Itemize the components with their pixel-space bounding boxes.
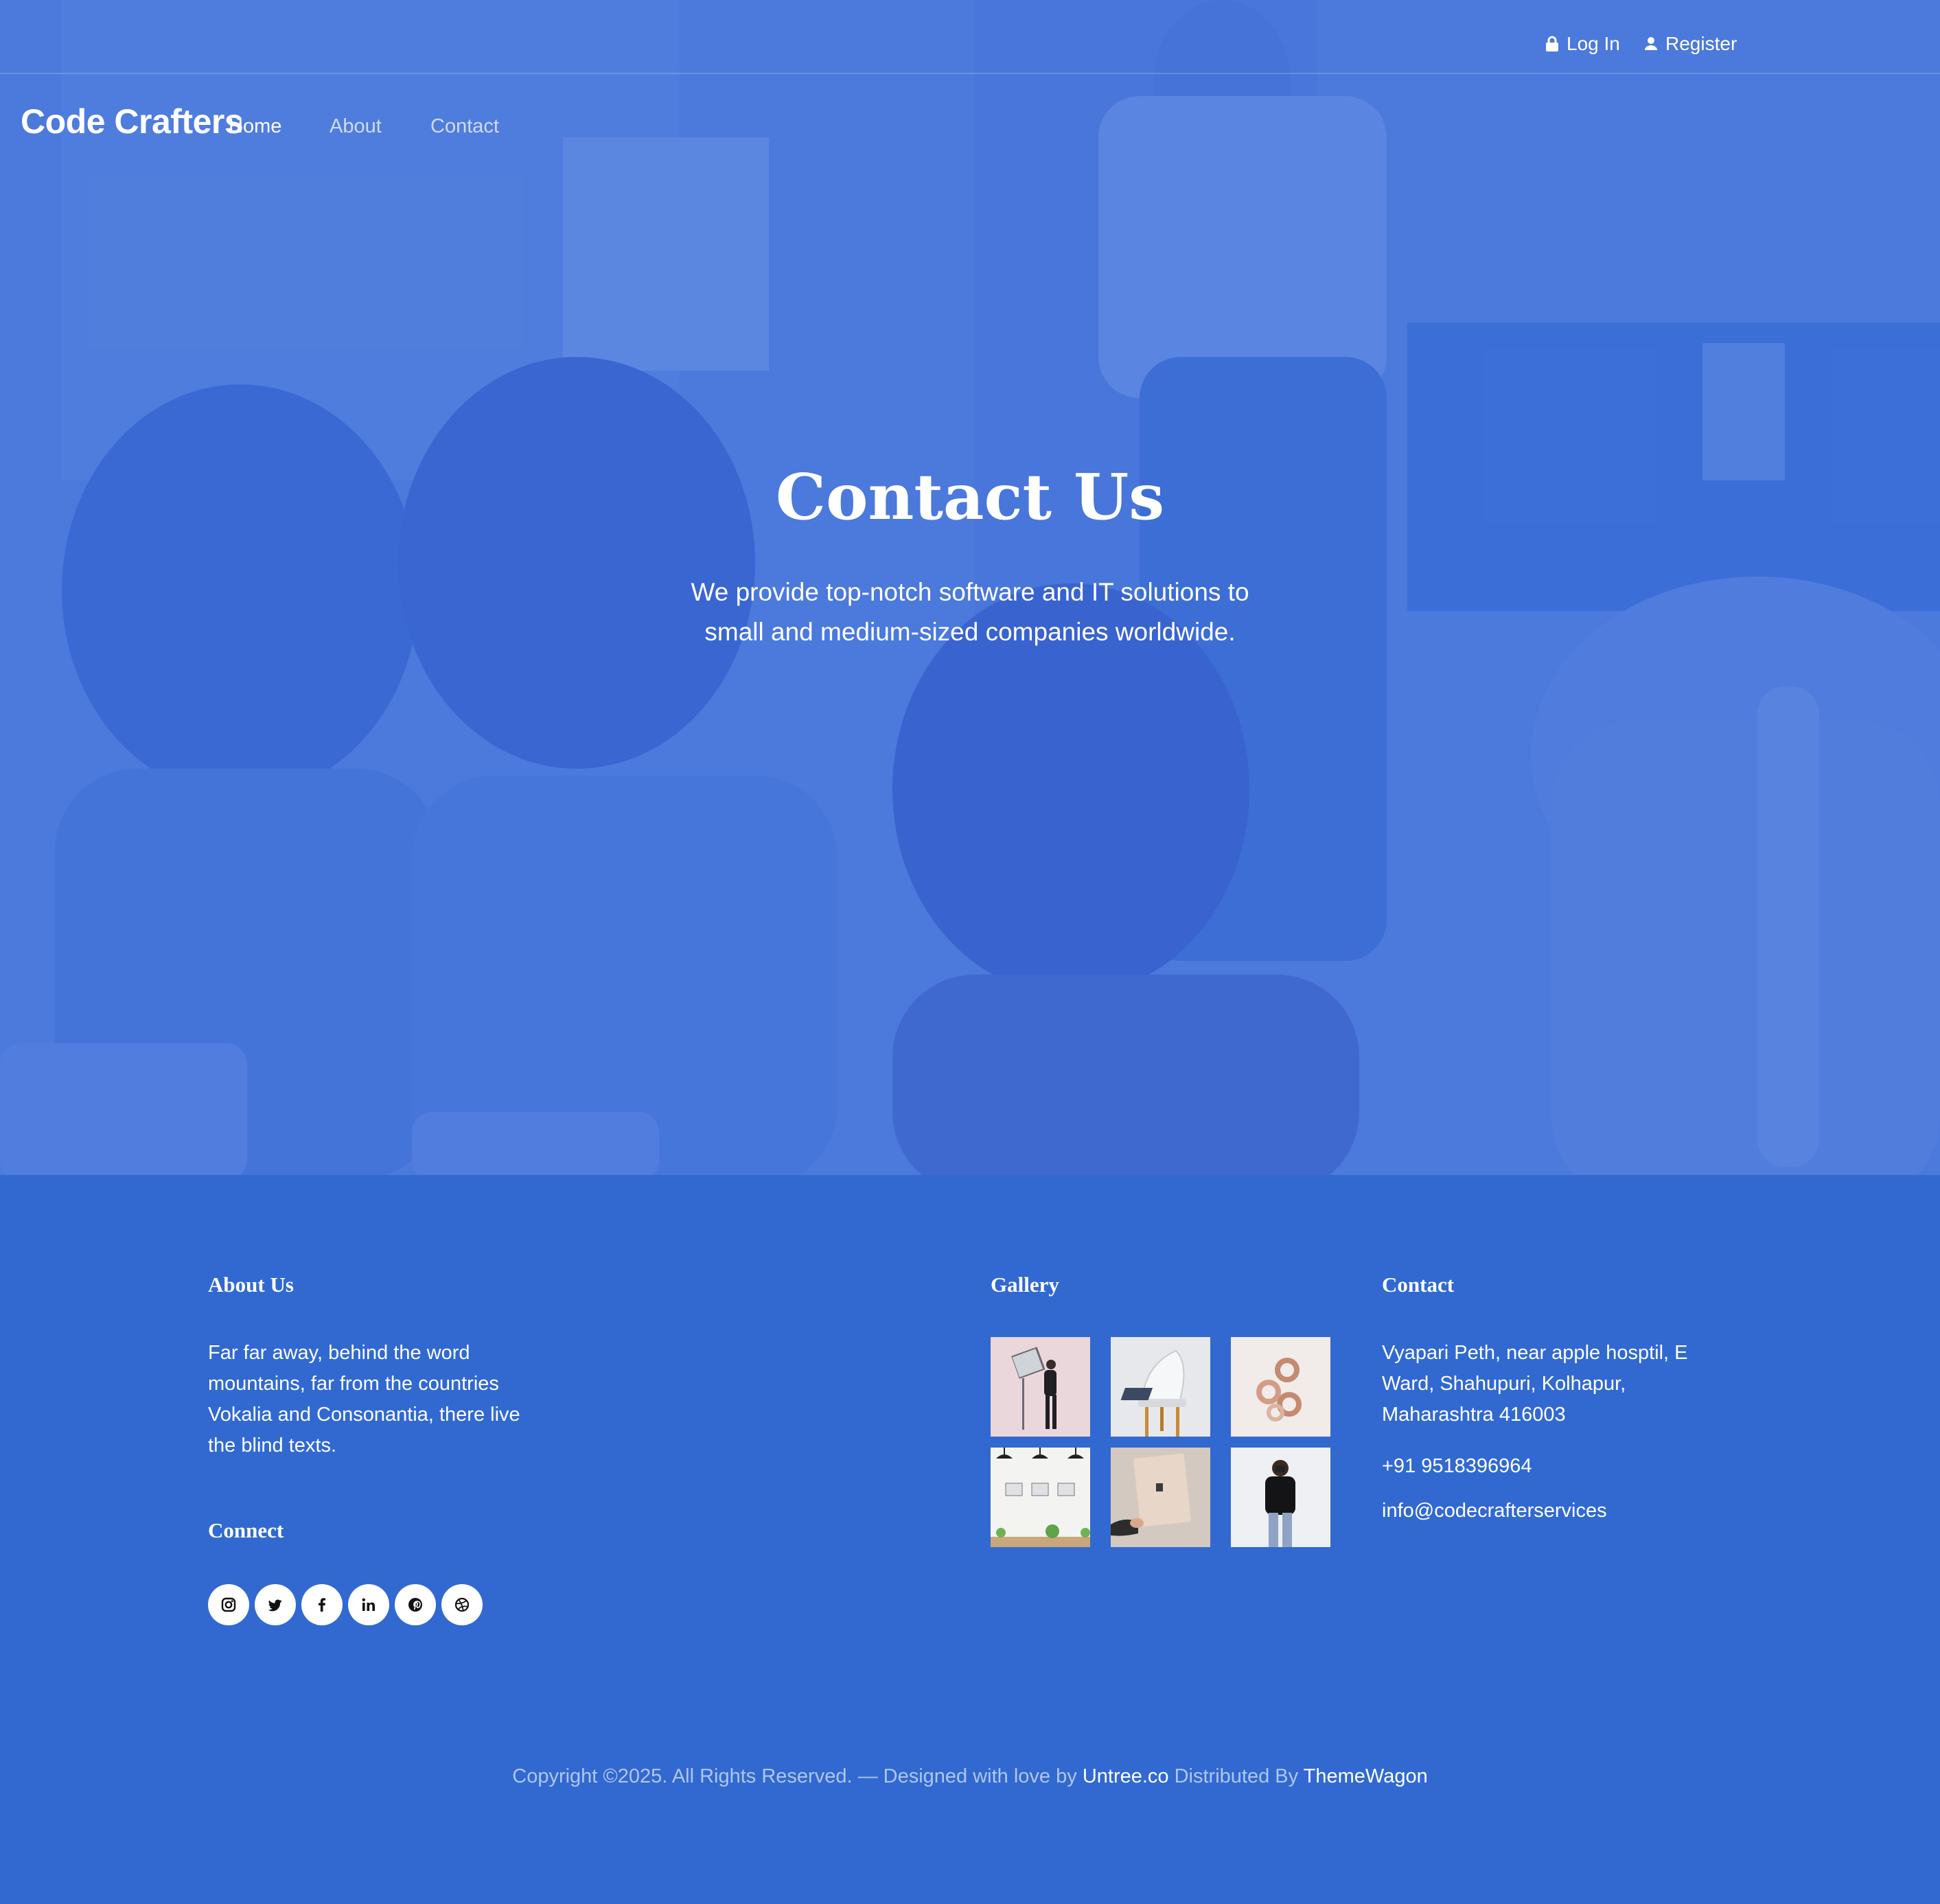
contact-address: Vyapari Peth, near apple hosptil, E Ward… xyxy=(1382,1342,1688,1426)
contact-email[interactable]: info@codecrafterservices xyxy=(1382,1496,1607,1526)
gallery-image-4[interactable] xyxy=(991,1448,1090,1547)
social-links xyxy=(208,1584,483,1625)
gallery-image-6[interactable] xyxy=(1231,1448,1330,1547)
login-label: Log In xyxy=(1567,33,1620,54)
top-bar: Log In Register xyxy=(0,0,1940,74)
login-link[interactable]: Log In xyxy=(1545,33,1620,55)
brand-logo[interactable]: Code Crafters xyxy=(21,102,244,141)
gallery-image-4-art xyxy=(991,1448,1090,1547)
gallery-image-1[interactable] xyxy=(991,1337,1090,1437)
untree-link[interactable]: Untree.co xyxy=(1083,1765,1169,1787)
copyright-prefix: Copyright ©2025. All Rights Reserved. — … xyxy=(512,1765,1083,1787)
contact-phone[interactable]: +91 9518396964 xyxy=(1382,1451,1532,1482)
lock-icon xyxy=(1546,36,1558,51)
facebook-button[interactable] xyxy=(301,1584,343,1625)
footer-about-heading: About Us xyxy=(208,1273,294,1297)
twitter-icon xyxy=(268,1599,282,1612)
gallery-image-2[interactable] xyxy=(1111,1337,1210,1437)
nav-item-contact[interactable]: Contact xyxy=(430,115,499,138)
footer-connect-heading: Connect xyxy=(208,1518,284,1542)
dribbble-icon xyxy=(454,1597,470,1612)
gallery-image-5[interactable] xyxy=(1111,1448,1210,1547)
copyright-text: Copyright ©2025. All Rights Reserved. — … xyxy=(0,1765,1940,1788)
instagram-icon xyxy=(221,1597,236,1612)
copyright-middle: Distributed By xyxy=(1168,1765,1304,1787)
gallery-image-1-art xyxy=(991,1337,1090,1437)
gallery-image-3-art xyxy=(1231,1337,1330,1437)
pinterest-icon xyxy=(408,1598,422,1612)
hero-subtitle: We provide top-notch software and IT sol… xyxy=(691,578,1249,646)
hero-section: Log In Register Home About Contact Code … xyxy=(0,0,1940,1175)
footer-gallery-heading: Gallery xyxy=(991,1273,1059,1297)
nav-item-about[interactable]: About xyxy=(330,115,382,138)
user-icon xyxy=(1645,37,1657,50)
linkedin-button[interactable] xyxy=(348,1584,389,1625)
gallery-image-6-art xyxy=(1231,1448,1330,1547)
themewagon-link[interactable]: ThemeWagon xyxy=(1304,1765,1428,1787)
gallery-grid xyxy=(991,1337,1330,1547)
facebook-icon xyxy=(319,1598,325,1612)
twitter-button[interactable] xyxy=(255,1584,296,1625)
footer-contact-heading: Contact xyxy=(1382,1273,1455,1297)
gallery-image-2-art xyxy=(1111,1337,1210,1437)
dribbble-button[interactable] xyxy=(441,1584,483,1625)
linkedin-icon xyxy=(362,1598,375,1611)
pinterest-button[interactable] xyxy=(395,1584,436,1625)
footer: About Us Far far away, behind the word m… xyxy=(0,1175,1940,1904)
page-title: Contact Us xyxy=(775,460,1165,534)
instagram-button[interactable] xyxy=(208,1584,249,1625)
register-label: Register xyxy=(1665,33,1737,54)
gallery-image-3[interactable] xyxy=(1231,1337,1330,1437)
footer-about-text: Far far away, behind the word mountains,… xyxy=(208,1342,520,1456)
register-link[interactable]: Register xyxy=(1643,33,1737,55)
gallery-image-5-art xyxy=(1111,1448,1210,1547)
